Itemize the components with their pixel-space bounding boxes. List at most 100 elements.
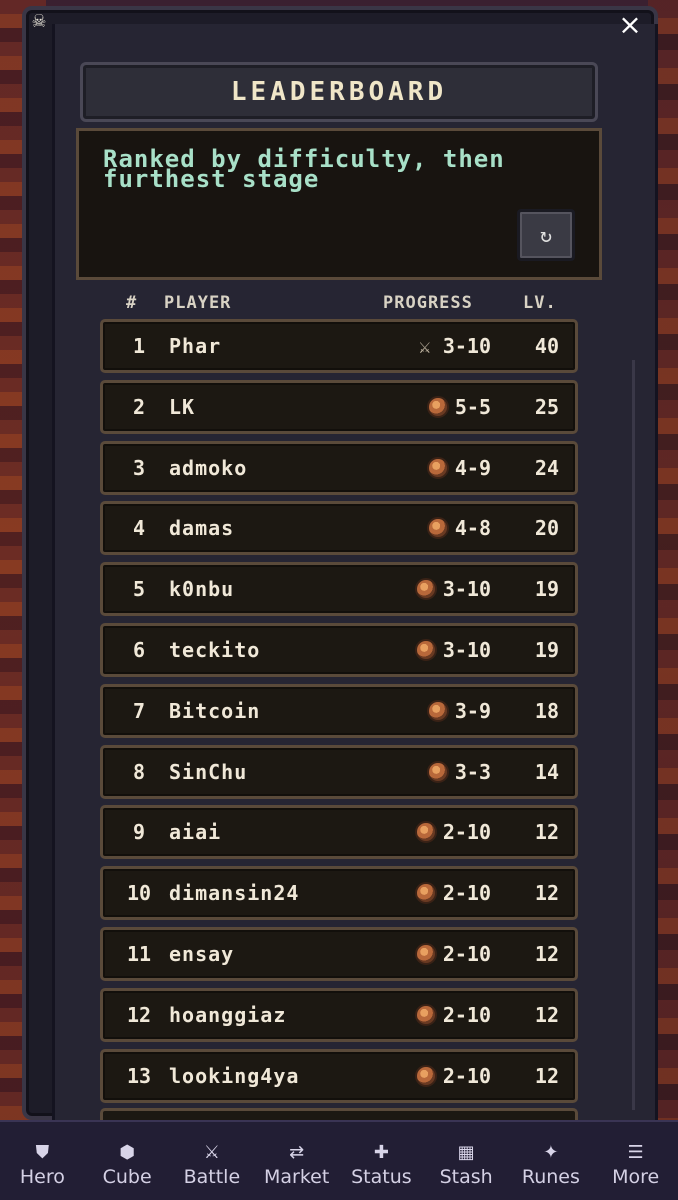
close-button[interactable]: ×: [616, 11, 644, 40]
row-rank: 4: [132, 516, 146, 541]
nav-item-market[interactable]: ⇄ Market: [255, 1142, 339, 1189]
bottom-nav: ⛊ Hero ⬢ Cube ⚔ Battle ⇄ Market ✚ Status ▦ Stash ✦ Ru…: [0, 1120, 678, 1200]
nav-item-cube[interactable]: ⬢ Cube: [85, 1142, 169, 1189]
nav-label: Hero: [19, 1166, 65, 1188]
sparkle-icon: ✦: [543, 1142, 559, 1163]
leaderboard-row[interactable]: 12 hoanggiaz 2-10 12: [100, 987, 578, 1042]
coin-icon: [414, 942, 437, 965]
leaderboard-row[interactable]: 6 teckito 3-10 19: [100, 622, 578, 677]
nav-label: More: [612, 1166, 660, 1188]
row-progress-value: 4-9: [454, 455, 491, 480]
row-progress: 2-10: [414, 808, 491, 856]
leaderboard-row[interactable]: 4 damas 4-8 20: [100, 501, 578, 556]
row-level: 24: [534, 455, 559, 480]
row-progress: ⚔ 3-10: [413, 322, 491, 370]
row-player-name: aiai: [169, 820, 222, 845]
leaderboard-row[interactable]: 9 aiai 2-10 12: [100, 805, 578, 860]
leaderboard-row[interactable]: 2 LK 5-5 25: [100, 379, 578, 434]
nav-item-hero[interactable]: ⛊ Hero: [0, 1142, 84, 1189]
row-level: 14: [534, 759, 559, 784]
row-player-name: Bitcoin: [169, 698, 261, 723]
coin-icon: [414, 638, 437, 661]
nav-label: Runes: [521, 1166, 580, 1188]
row-progress-value: 3-10: [442, 334, 491, 358]
row-progress-value: 2-10: [442, 941, 491, 966]
row-progress: 5-5: [426, 383, 491, 431]
nav-item-battle[interactable]: ⚔ Battle: [170, 1142, 254, 1189]
shield-icon: ⛊: [35, 1142, 50, 1163]
row-progress-value: 5-5: [454, 394, 491, 419]
row-progress-value: 3-10: [442, 637, 491, 662]
leaderboard-row[interactable]: 11 ensay 2-10 12: [100, 926, 578, 981]
leaderboard-row[interactable]: 1 Phar ⚔ 3-10 40: [100, 319, 578, 373]
row-player-name: damas: [169, 516, 235, 541]
cube-icon: ⬢: [119, 1142, 135, 1163]
coin-icon: [414, 1064, 437, 1087]
crossed-swords-icon: ⚔: [418, 334, 431, 358]
swords-icon: ⚔: [203, 1142, 220, 1163]
row-level: 20: [534, 516, 559, 541]
skull-icon: ☠: [32, 8, 46, 33]
coin-icon: [426, 395, 449, 418]
row-level: 12: [534, 820, 559, 845]
refresh-button[interactable]: ↻: [517, 209, 575, 261]
exchange-icon: ⇄: [289, 1142, 305, 1163]
ranking-description: Ranked by difficulty, then furthest stag…: [103, 145, 505, 193]
close-icon: ×: [618, 8, 642, 41]
leaderboard-row[interactable]: 7 Bitcoin 3-9 18: [100, 683, 578, 738]
leaderboard-row[interactable]: 5 k0nbu 3-10 19: [100, 562, 578, 617]
row-progress: 3-3: [426, 748, 491, 796]
grid-icon: ▦: [457, 1142, 475, 1163]
menu-icon: ☰: [627, 1142, 644, 1163]
leaderboard-list: 1 Phar ⚔ 3-10 40 2 LK 5-5 25 3 admoko 4-9 24 4 damas 4-…: [100, 319, 578, 1109]
row-progress: 2-10: [414, 869, 491, 917]
row-progress-value: 3-10: [442, 577, 491, 602]
row-player-name: teckito: [169, 637, 261, 662]
leaderboard-row[interactable]: 3 admoko 4-9 24: [100, 440, 578, 495]
coin-icon: [414, 821, 437, 844]
row-progress-value: 3-3: [454, 759, 491, 784]
row-player-name: LK: [169, 394, 196, 419]
leaderboard-row[interactable]: 10 dimansin24 2-10 12: [100, 866, 578, 921]
leaderboard-title: LEADERBOARD: [80, 62, 598, 122]
nav-item-more[interactable]: ☰ More: [594, 1142, 678, 1189]
row-level: 12: [534, 1063, 559, 1088]
row-rank: 1: [132, 334, 146, 358]
row-player-name: SinChu: [169, 759, 248, 784]
nav-item-runes[interactable]: ✦ Runes: [509, 1142, 593, 1189]
scrollbar[interactable]: [632, 360, 635, 1110]
row-level: 12: [534, 1002, 559, 1027]
nav-label: Status: [351, 1166, 412, 1188]
row-player-name: hoanggiaz: [169, 1002, 287, 1027]
row-rank: 7: [132, 698, 146, 723]
row-rank: 8: [132, 759, 146, 784]
leaderboard-row[interactable]: 8 SinChu 3-3 14: [100, 744, 578, 799]
leaderboard-row[interactable]: 13 looking4ya 2-10 12: [100, 1048, 578, 1103]
nav-label: Cube: [102, 1166, 152, 1188]
coin-icon: [414, 578, 437, 601]
row-player-name: dimansin24: [169, 881, 300, 906]
row-progress: 2-10: [414, 930, 491, 978]
row-level: 40: [534, 334, 559, 358]
nav-label: Stash: [439, 1166, 493, 1188]
coin-icon: [414, 882, 437, 905]
row-rank: 6: [132, 637, 146, 662]
row-rank: 2: [132, 394, 146, 419]
column-level-header: LV.: [523, 293, 557, 313]
nav-item-stash[interactable]: ▦ Stash: [424, 1142, 508, 1189]
row-rank: 11: [126, 941, 152, 966]
info-box: Ranked by difficulty, then furthest stag…: [76, 128, 602, 280]
nav-label: Market: [263, 1166, 330, 1188]
row-level: 12: [534, 881, 559, 906]
row-level: 19: [534, 577, 559, 602]
row-progress-value: 3-9: [454, 698, 491, 723]
row-progress: 4-9: [426, 444, 491, 492]
row-progress-value: 2-10: [442, 881, 491, 906]
nav-item-status[interactable]: ✚ Status: [339, 1144, 423, 1189]
row-player-name: admoko: [169, 455, 248, 480]
row-progress: 3-9: [426, 687, 491, 735]
coin-icon: [414, 1003, 437, 1026]
row-rank: 13: [126, 1063, 152, 1088]
row-level: 12: [534, 941, 559, 966]
row-player-name: Phar: [169, 334, 222, 358]
